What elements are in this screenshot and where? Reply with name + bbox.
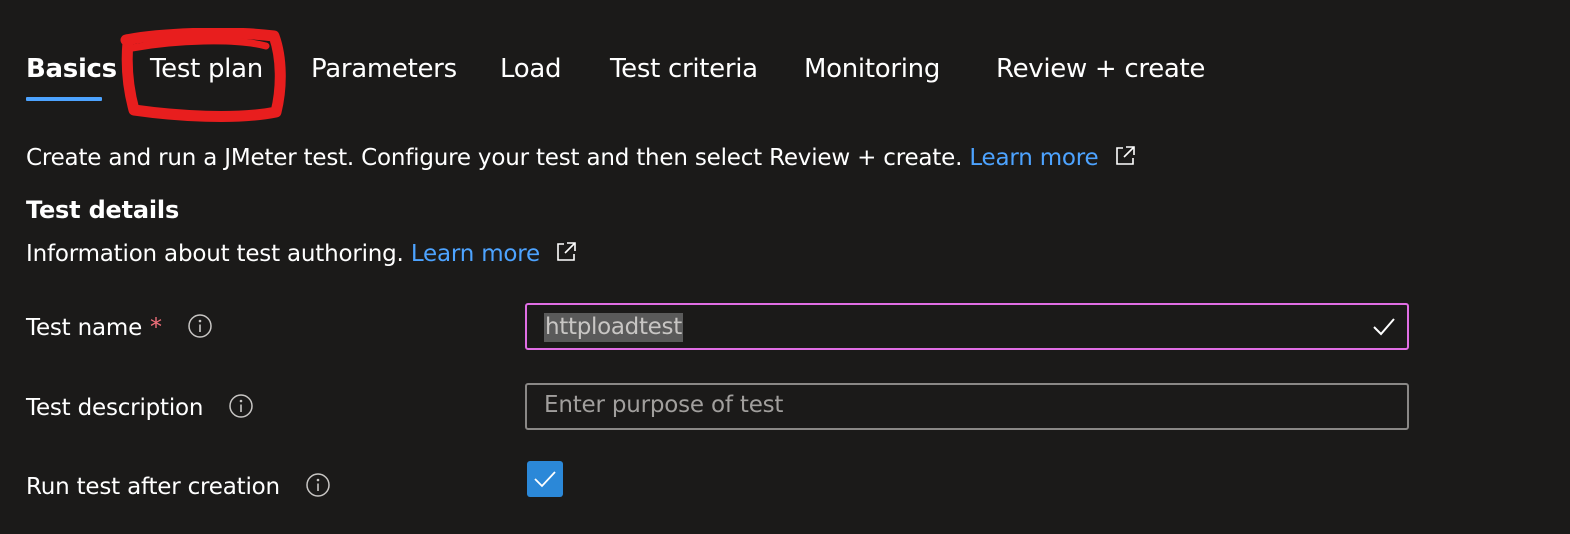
section-description: Information about test authoring. [26, 241, 404, 267]
intro-text: Create and run a JMeter test. Configure … [26, 145, 963, 171]
create-load-test-page: Basics Test plan Parameters Load Test cr… [0, 0, 1570, 534]
tab-bar: Basics Test plan Parameters Load Test cr… [0, 0, 1570, 122]
info-icon[interactable] [305, 472, 331, 504]
tab-parameters[interactable]: Parameters [311, 50, 457, 88]
external-link-icon[interactable] [555, 241, 577, 269]
intro-line: Create and run a JMeter test. Configure … [26, 145, 1136, 173]
run-after-creation-label: Run test after creation [26, 474, 280, 500]
tab-basics[interactable]: Basics [26, 50, 117, 88]
test-description-input[interactable] [543, 385, 1363, 428]
tab-load[interactable]: Load [500, 50, 561, 88]
test-name-label: Test name [26, 315, 143, 341]
test-description-label: Test description [26, 395, 204, 421]
checkmark-icon [534, 471, 556, 488]
test-name-label-row: Test name * [26, 313, 213, 345]
section-title: Test details [26, 196, 180, 224]
run-after-creation-label-row: Run test after creation [26, 472, 331, 504]
external-link-icon[interactable] [1114, 145, 1136, 173]
active-tab-indicator [26, 97, 102, 101]
run-after-creation-checkbox[interactable] [527, 461, 563, 497]
tab-monitoring[interactable]: Monitoring [804, 50, 940, 88]
test-description-label-row: Test description [26, 393, 254, 425]
required-indicator: * [150, 313, 162, 341]
intro-learn-more-link[interactable]: Learn more [969, 145, 1098, 171]
test-description-field[interactable]: Enter purpose of test [525, 383, 1409, 430]
test-name-input[interactable]: httploadtest [544, 313, 683, 342]
info-icon[interactable] [187, 313, 213, 345]
section-description-line: Information about test authoring. Learn … [26, 241, 577, 269]
info-icon[interactable] [228, 393, 254, 425]
checkmark-icon [1373, 318, 1395, 336]
test-name-field[interactable]: httploadtest [525, 303, 1409, 350]
section-learn-more-link[interactable]: Learn more [411, 241, 540, 267]
tab-test-criteria[interactable]: Test criteria [610, 50, 758, 88]
tab-review-create[interactable]: Review + create [996, 50, 1205, 88]
tab-test-plan[interactable]: Test plan [150, 50, 263, 88]
